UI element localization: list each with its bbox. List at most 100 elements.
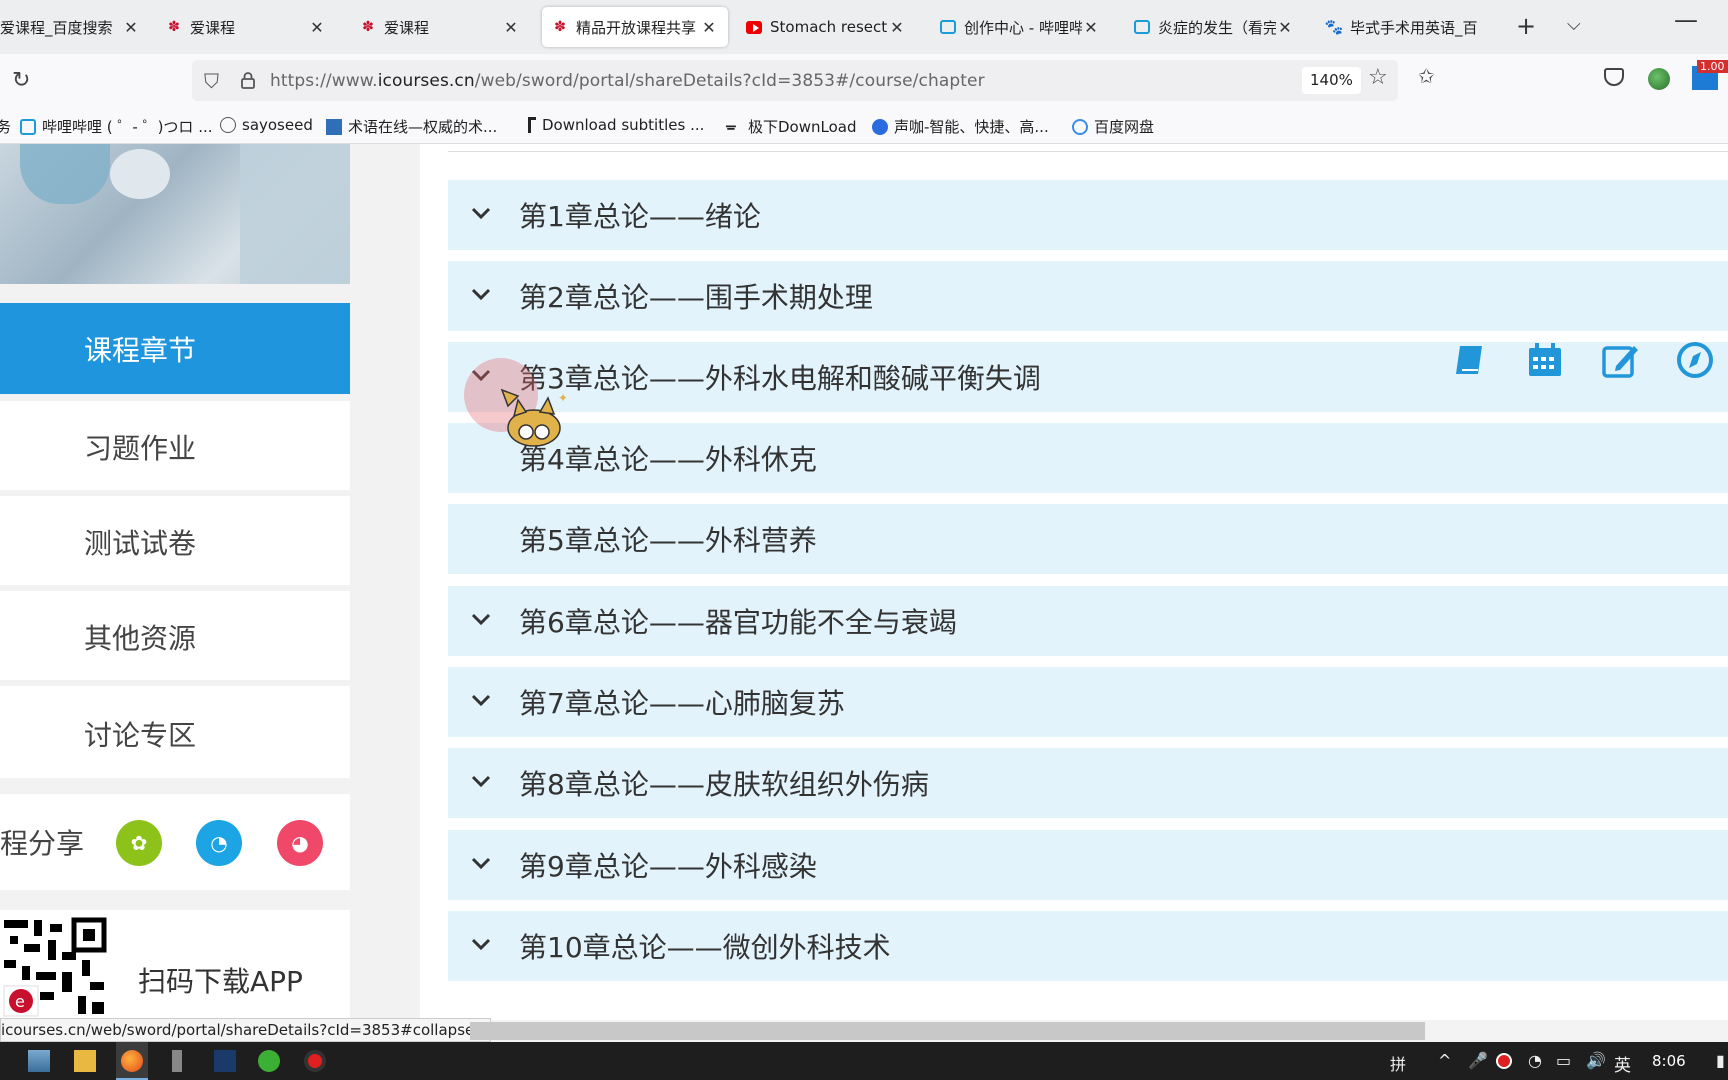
chapter-row[interactable]: 第10章总论——微创外科技术 [448, 911, 1728, 981]
record-tray-icon[interactable] [1496, 1053, 1512, 1069]
calendar-icon[interactable] [1525, 340, 1565, 380]
app-icon[interactable] [28, 1050, 50, 1072]
chapter-row[interactable]: 第2章总论——围手术期处理 [448, 261, 1728, 331]
bookmark-sayoseed[interactable]: sayoseed [220, 116, 313, 134]
chapter-row[interactable]: 第8章总论——皮肤软组织外伤病 [448, 748, 1728, 818]
close-icon[interactable]: ✕ [1082, 18, 1100, 37]
tab-icourses-1[interactable]: ✽ 爱课程 ✕ [156, 7, 336, 47]
notification-icon[interactable]: ▮ [1716, 1051, 1725, 1070]
tab-baidu-search[interactable]: 爱课程_百度搜索 ✕ [0, 7, 150, 47]
chevron-down-icon[interactable] [470, 689, 492, 711]
tab-icourses-2[interactable]: ✽ 爱课程 ✕ [350, 7, 530, 47]
sidebar-item-tests[interactable]: 测试试卷 [0, 496, 350, 585]
bookmark-subtitles[interactable]: Download subtitles ... [528, 116, 704, 134]
chevron-down-icon[interactable] [470, 770, 492, 792]
tab-active-course[interactable]: ✽ 精品开放课程共享 ✕ [542, 7, 728, 47]
chapter-row[interactable]: 第4章总论——外科休克 [448, 423, 1728, 493]
sidebar-item-resources[interactable]: 其他资源 [0, 591, 350, 680]
chapter-title[interactable]: 第7章总论——心肺脑复苏 [519, 682, 845, 722]
chevron-down-icon[interactable] [470, 933, 492, 955]
wechat-share-icon[interactable]: ✿ [116, 820, 162, 866]
book-icon[interactable] [1450, 340, 1490, 380]
chapter-row[interactable]: 第9章总论——外科感染 [448, 830, 1728, 900]
clock[interactable]: 8:06 [1652, 1052, 1686, 1070]
chapter-title[interactable]: 第2章总论——围手术期处理 [519, 276, 873, 316]
chevron-down-icon[interactable] [470, 608, 492, 630]
chapter-title[interactable]: 第10章总论——微创外科技术 [519, 926, 891, 966]
course-banner-image [0, 144, 350, 284]
record-icon[interactable] [304, 1050, 326, 1072]
sidebar-item-homework[interactable]: 习题作业 [0, 401, 350, 490]
navigation-toolbar: ↻ ⛉ https://www.icourses.cn/web/sword/po… [0, 54, 1728, 108]
minimize-icon[interactable]: — [1674, 6, 1698, 34]
weibo-share-icon[interactable]: ◕ [277, 820, 323, 866]
bookmark-bilibili[interactable]: 哔哩哔哩 ( ゜- ゜)つロ ... [20, 116, 213, 137]
wifi-icon[interactable]: ◔ [1528, 1051, 1542, 1070]
chapter-row[interactable]: 第7章总论——心肺脑复苏 [448, 667, 1728, 737]
tab-baidu-english[interactable]: 🐾 毕式手术用英语_百 [1316, 7, 1496, 47]
volume-icon[interactable]: 🔊 [1586, 1051, 1606, 1070]
bookmark-shengka[interactable]: 声咖-智能、快捷、高... [872, 116, 1049, 137]
extensions-icon[interactable]: ✩ [1418, 64, 1435, 88]
chapter-title[interactable]: 第8章总论——皮肤软组织外伤病 [519, 763, 929, 803]
sidebar-item-discussion[interactable]: 讨论专区 [0, 686, 350, 778]
ime-pinyin-icon[interactable]: 拼 [1390, 1051, 1406, 1075]
chapter-row[interactable]: 第5章总论——外科营养 [448, 504, 1728, 574]
close-icon[interactable]: ✕ [122, 18, 140, 37]
bookmark-star-icon[interactable]: ☆ [1368, 65, 1388, 90]
chapter-row[interactable]: 第6章总论——器官功能不全与衰竭 [448, 586, 1728, 656]
sidebar-item-chapters[interactable]: 课程章节 [0, 303, 350, 394]
compass-icon[interactable] [1675, 340, 1715, 380]
chapter-title[interactable]: 第6章总论——器官功能不全与衰竭 [519, 601, 957, 641]
close-icon[interactable]: ✕ [502, 18, 520, 37]
url-text[interactable]: https://www.icourses.cn/web/sword/portal… [270, 71, 985, 91]
chapter-title[interactable]: 第1章总论——绪论 [519, 195, 761, 235]
chevron-down-icon[interactable] [470, 283, 492, 305]
address-bar[interactable]: ⛉ https://www.icourses.cn/web/sword/port… [192, 60, 1398, 101]
tab-youtube[interactable]: Stomach resectio ✕ [736, 7, 916, 47]
new-tab-button[interactable]: + [1516, 12, 1536, 40]
list-all-tabs-icon[interactable]: ⌵ [1567, 14, 1581, 35]
tray-expand-icon[interactable]: ^ [1438, 1051, 1451, 1070]
app-icon[interactable] [214, 1050, 236, 1072]
pocket-icon[interactable] [1604, 68, 1624, 86]
chapter-row[interactable]: 第1章总论——绪论 [448, 180, 1728, 250]
bookmark-download[interactable]: ᚚ 极下DownLoad [726, 116, 857, 137]
bookmark-partial[interactable]: 务 [0, 116, 11, 137]
url-prefix: https://www. [270, 71, 378, 91]
extension-badge: 1.00 [1697, 60, 1728, 73]
microphone-icon[interactable]: 🎤 [1468, 1051, 1488, 1070]
bookmark-termonline[interactable]: 术语在线—权威的术... [326, 116, 497, 137]
wechat-icon[interactable] [258, 1050, 280, 1072]
share-label: 程分享 [0, 827, 85, 860]
chapter-title[interactable]: 第9章总论——外科感染 [519, 845, 817, 885]
file-explorer-icon[interactable] [74, 1050, 96, 1072]
lock-icon[interactable] [240, 71, 256, 89]
globe-extension-icon[interactable] [1648, 68, 1670, 90]
chapter-title[interactable]: 第3章总论——外科水电解和酸碱平衡失调 [519, 357, 1041, 397]
chapter-title[interactable]: 第5章总论——外科营养 [519, 519, 817, 559]
shield-icon[interactable]: ⛉ [204, 69, 219, 93]
close-icon[interactable]: ✕ [888, 18, 906, 37]
bookmark-label: 极下DownLoad [748, 118, 857, 136]
usb-icon[interactable] [172, 1050, 182, 1072]
termonline-icon [326, 118, 342, 135]
zoom-level-button[interactable]: 140% [1302, 67, 1361, 94]
firefox-icon[interactable] [121, 1050, 143, 1072]
sidebar-item-label: 习题作业 [84, 432, 197, 465]
battery-icon[interactable]: ▭ [1556, 1051, 1571, 1070]
chevron-down-icon[interactable] [470, 202, 492, 224]
tab-bilibili-creator[interactable]: 创作中心 - 哔哩哔 ✕ [930, 7, 1110, 47]
sidebar-item-label: 其他资源 [84, 622, 197, 655]
qq-share-icon[interactable]: ◔ [196, 820, 242, 866]
edit-icon[interactable] [1600, 340, 1640, 380]
horizontal-scrollbar[interactable] [470, 1022, 1425, 1040]
reload-icon[interactable]: ↻ [12, 68, 30, 93]
chevron-down-icon[interactable] [470, 852, 492, 874]
language-indicator[interactable]: 英 [1614, 1051, 1631, 1076]
close-icon[interactable]: ✕ [308, 18, 326, 37]
close-icon[interactable]: ✕ [700, 18, 718, 37]
close-icon[interactable]: ✕ [1276, 18, 1294, 37]
tab-bilibili-video[interactable]: 炎症的发生（看完 ✕ [1124, 7, 1304, 47]
bookmark-baidupan[interactable]: 百度网盘 [1072, 116, 1154, 137]
